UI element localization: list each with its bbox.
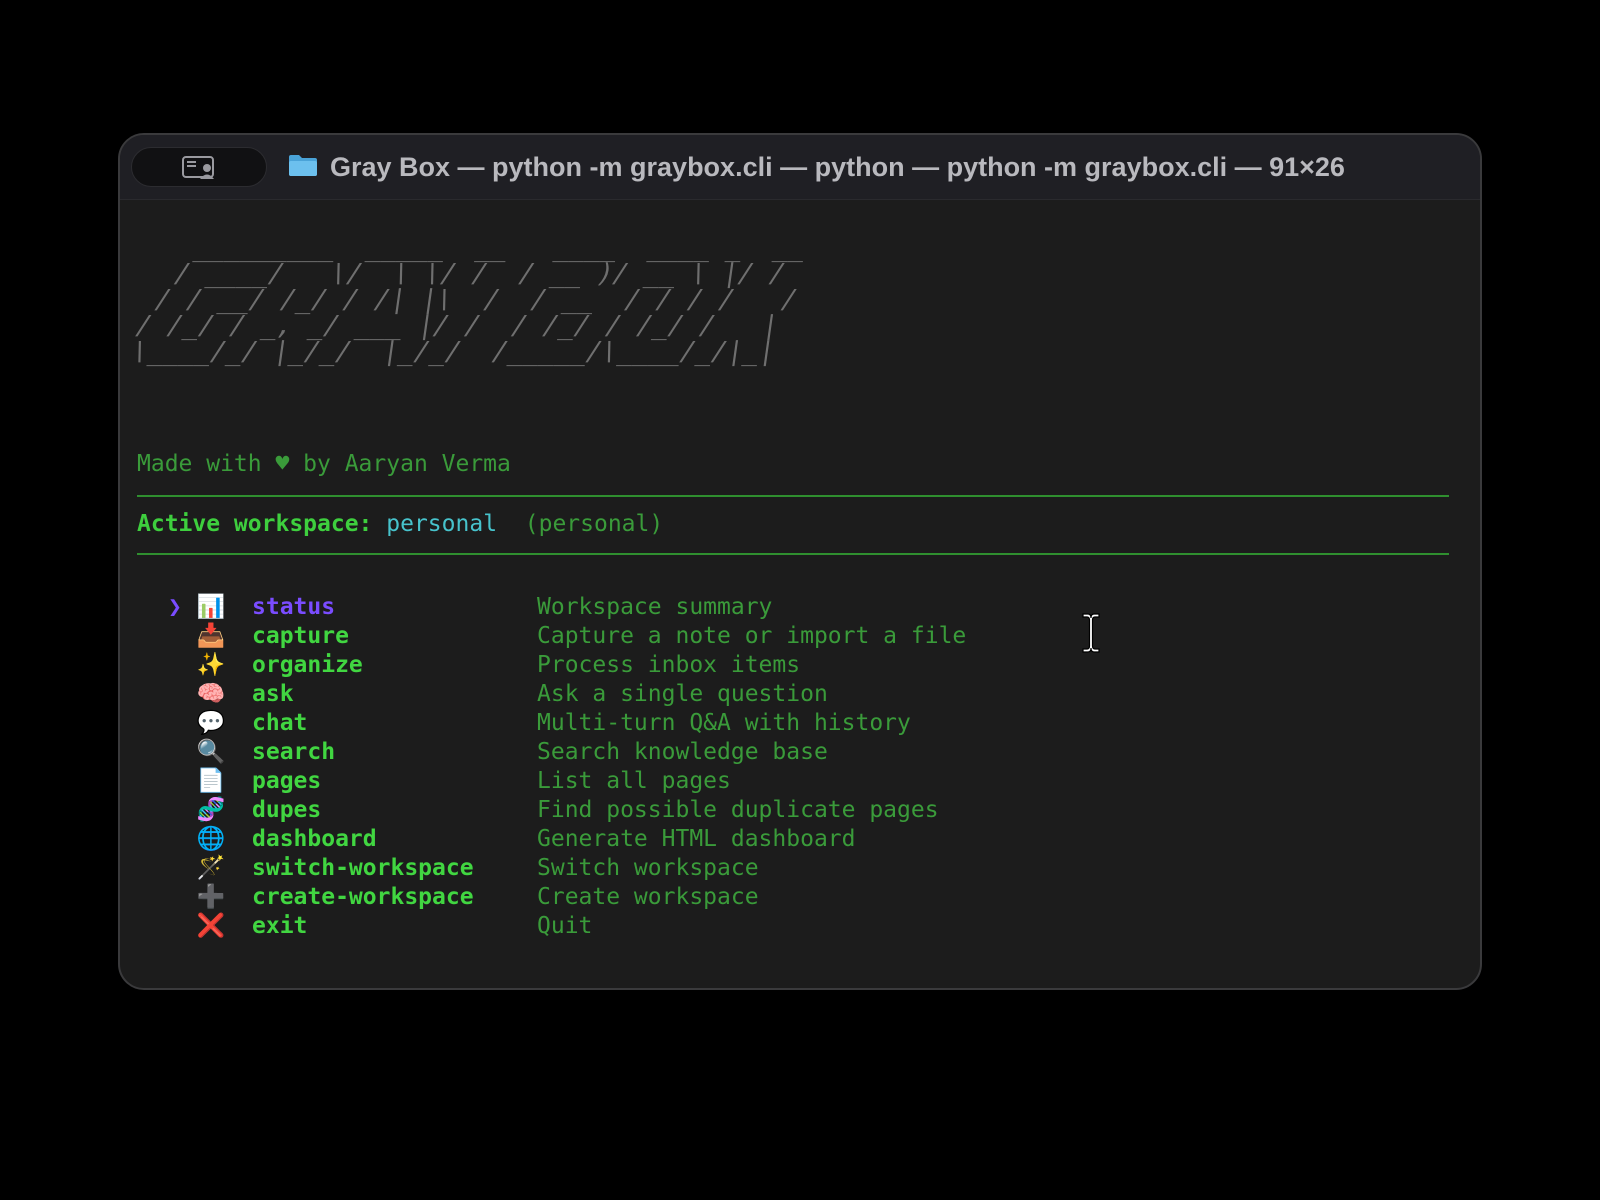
menu-item-exit[interactable]: ❌ exit Quit <box>120 912 1480 941</box>
menu-command: pages <box>252 768 322 794</box>
menu-item-search[interactable]: 🔍 search Search knowledge base <box>120 738 1480 767</box>
menu-command: capture <box>252 623 349 649</box>
bar-chart-icon: 📊 <box>196 594 226 620</box>
window-title: Gray Box — python -m graybox.cli — pytho… <box>330 152 1345 182</box>
menu-item-switch-workspace[interactable]: 🪄 switch-workspace Switch workspace <box>120 854 1480 883</box>
menu-item-create-workspace[interactable]: ➕ create-workspace Create workspace <box>120 883 1480 912</box>
divider-bottom <box>137 553 1449 555</box>
folder-icon <box>289 155 317 176</box>
menu-description: Switch workspace <box>537 855 759 881</box>
dna-icon: 🧬 <box>196 797 226 823</box>
menu-command: exit <box>252 913 308 939</box>
active-workspace-line: Active workspace: personal (personal) <box>137 507 663 541</box>
menu-command: organize <box>252 652 363 678</box>
menu-description: Generate HTML dashboard <box>537 826 856 852</box>
menu-item-pages[interactable]: 📄 pages List all pages <box>120 767 1480 796</box>
menu-command: create-workspace <box>252 884 474 910</box>
divider-top <box>137 495 1449 497</box>
menu-item-chat[interactable]: 💬 chat Multi-turn Q&A with history <box>120 709 1480 738</box>
menu-command: switch-workspace <box>252 855 474 881</box>
magic-wand-icon: 🪄 <box>196 855 226 881</box>
menu-description: Process inbox items <box>537 652 801 678</box>
inbox-tray-icon: 📥 <box>196 623 226 649</box>
menu-item-dashboard[interactable]: 🌐 dashboard Generate HTML dashboard <box>120 825 1480 854</box>
menu-description: Capture a note or import a file <box>537 623 967 649</box>
sidebar-user-icon <box>182 156 214 179</box>
menu-description: Workspace summary <box>537 594 773 620</box>
terminal-window: Gray Box — python -m graybox.cli — pytho… <box>118 133 1482 990</box>
menu-command: ask <box>252 681 294 707</box>
menu-description: Find possible duplicate pages <box>537 797 939 823</box>
cross-mark-icon: ❌ <box>196 913 226 939</box>
speech-bubble-icon: 💬 <box>196 710 226 736</box>
sidebar-toggle-button[interactable] <box>131 147 267 187</box>
menu-item-organize[interactable]: ✨ organize Process inbox items <box>120 651 1480 680</box>
menu-command: status <box>252 594 336 620</box>
menu-command: dupes <box>252 797 322 823</box>
workspace-label: Active workspace: <box>137 511 373 537</box>
page-icon: 📄 <box>196 768 226 794</box>
plus-icon: ➕ <box>196 884 226 910</box>
menu-description: List all pages <box>537 768 731 794</box>
brain-icon: 🧠 <box>196 681 226 707</box>
sparkles-icon: ✨ <box>196 652 226 678</box>
selection-pointer-icon: ❯ <box>168 594 182 620</box>
menu-item-capture[interactable]: 📥 capture Capture a note or import a fil… <box>120 622 1480 651</box>
menu-description: Quit <box>537 913 593 939</box>
terminal-content[interactable]: _________ _____ __ ____ ____ _ __ / ____… <box>120 199 1480 988</box>
text-cursor-icon <box>1082 613 1100 653</box>
menu-item-ask[interactable]: 🧠 ask Ask a single question <box>120 680 1480 709</box>
globe-icon: 🌐 <box>196 826 226 852</box>
menu-command: chat <box>252 710 308 736</box>
menu-description: Ask a single question <box>537 681 828 707</box>
menu-description: Multi-turn Q&A with history <box>537 710 911 736</box>
menu-description: Search knowledge base <box>537 739 828 765</box>
menu-command: dashboard <box>252 826 377 852</box>
menu-command: search <box>252 739 336 765</box>
ascii-logo: _________ _____ __ ____ ____ _ __ / ____… <box>130 233 816 367</box>
menu-description: Create workspace <box>537 884 759 910</box>
credit-line: Made with ♥ by Aaryan Verma <box>137 451 511 477</box>
menu-item-status[interactable]: ❯ 📊 status Workspace summary <box>120 593 1480 622</box>
menu-item-dupes[interactable]: 🧬 dupes Find possible duplicate pages <box>120 796 1480 825</box>
magnifier-icon: 🔍 <box>196 739 226 765</box>
workspace-name: personal <box>386 511 498 537</box>
title-bar: Gray Box — python -m graybox.cli — pytho… <box>120 135 1480 200</box>
workspace-type: (personal) <box>524 511 664 537</box>
